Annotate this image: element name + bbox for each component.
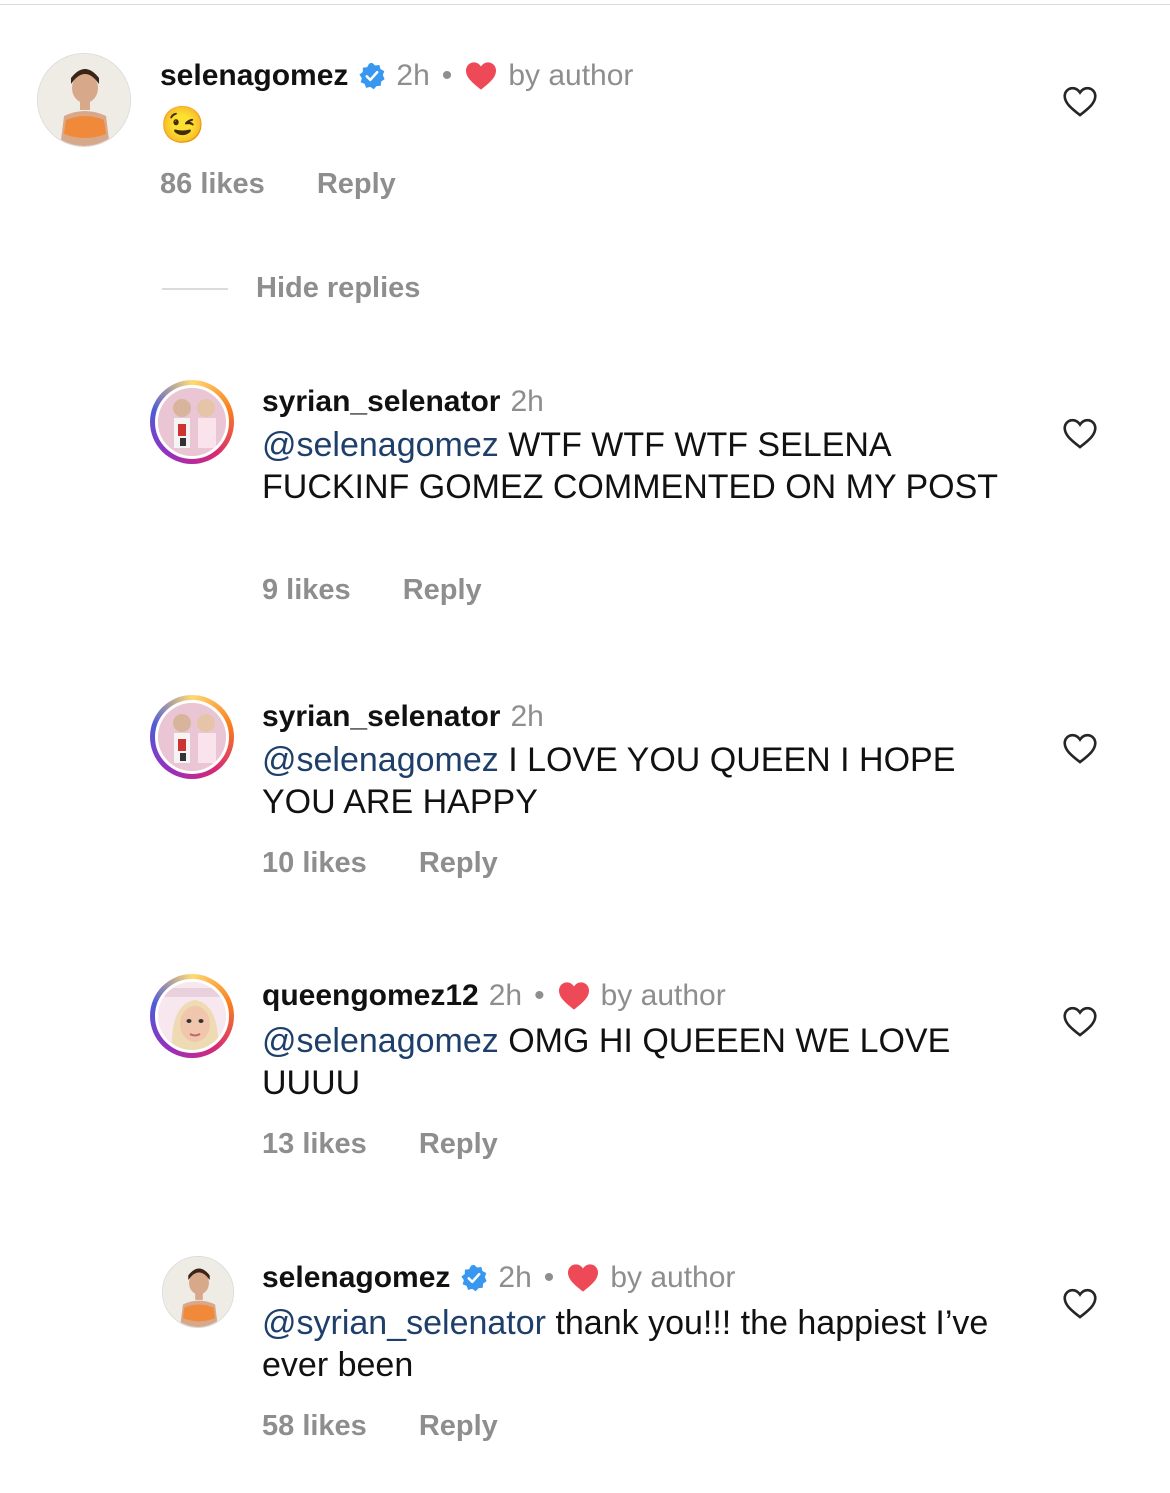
timestamp: 2h	[488, 979, 523, 1012]
author-heart-icon	[466, 62, 497, 90]
like-heart-icon[interactable]	[1062, 86, 1098, 118]
mention-link[interactable]: @selenagomez	[262, 1022, 499, 1060]
hide-replies-label[interactable]: Hide replies	[256, 272, 420, 305]
like-heart-icon[interactable]	[1062, 418, 1098, 450]
like-heart-icon[interactable]	[1062, 733, 1098, 765]
mention-link[interactable]: @syrian_selenator	[262, 1304, 546, 1342]
like-heart-icon[interactable]	[1062, 1006, 1098, 1038]
verified-badge-icon	[359, 62, 386, 90]
username[interactable]: selenagomez	[160, 59, 348, 93]
like-heart-icon[interactable]	[1062, 1288, 1098, 1320]
avatar[interactable]	[150, 380, 234, 464]
mention-link[interactable]: @selenagomez	[262, 741, 499, 779]
comment-text: 😉	[160, 104, 205, 145]
timestamp: 2h	[510, 385, 544, 418]
author-heart-icon	[558, 982, 589, 1010]
separator-dot: •	[534, 979, 545, 1012]
likes-count[interactable]: 9 likes	[262, 574, 351, 607]
timestamp: 2h	[396, 59, 430, 92]
reply-button[interactable]: Reply	[419, 847, 498, 880]
likes-count[interactable]: 58 likes	[262, 1410, 367, 1443]
reply-button[interactable]: Reply	[419, 1410, 498, 1443]
author-heart-icon	[568, 1264, 599, 1292]
likes-count[interactable]: 13 likes	[262, 1128, 367, 1161]
avatar[interactable]	[37, 53, 131, 147]
by-author-label: by author	[610, 1261, 736, 1294]
username[interactable]: syrian_selenator	[262, 385, 500, 419]
reply-button[interactable]: Reply	[317, 168, 396, 201]
separator-dot: •	[441, 59, 453, 92]
timestamp: 2h	[510, 700, 544, 733]
by-author-label: by author	[600, 979, 726, 1012]
username[interactable]: selenagomez	[262, 1261, 450, 1295]
timestamp: 2h	[498, 1261, 532, 1294]
username[interactable]: queengomez12	[262, 979, 479, 1013]
likes-count[interactable]: 10 likes	[262, 847, 367, 880]
separator-dot: •	[543, 1261, 555, 1294]
verified-badge-icon	[461, 1264, 488, 1292]
avatar[interactable]	[162, 1256, 234, 1328]
avatar[interactable]	[150, 974, 234, 1058]
hide-replies-toggle[interactable]: Hide replies	[162, 272, 420, 305]
reply-button[interactable]: Reply	[419, 1128, 498, 1161]
username[interactable]: syrian_selenator	[262, 700, 500, 734]
likes-count[interactable]: 86 likes	[160, 168, 265, 201]
by-author-label: by author	[508, 59, 634, 92]
top-divider	[0, 4, 1170, 5]
reply-button[interactable]: Reply	[403, 574, 482, 607]
mention-link[interactable]: @selenagomez	[262, 426, 499, 464]
avatar[interactable]	[150, 695, 234, 779]
divider-line	[162, 287, 228, 290]
